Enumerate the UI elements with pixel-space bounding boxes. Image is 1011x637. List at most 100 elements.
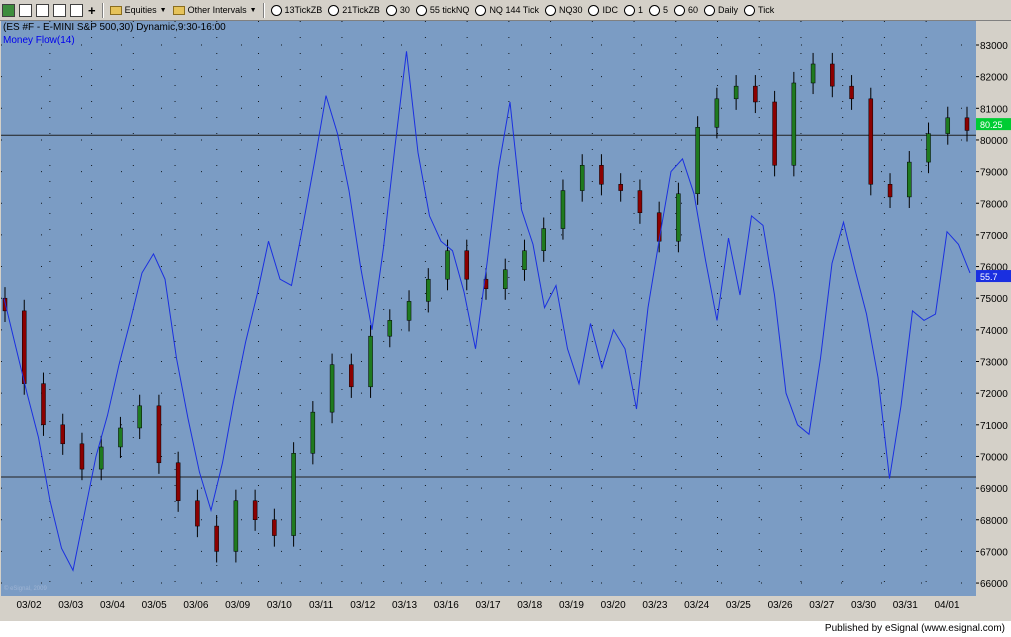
interval-icon (544, 4, 556, 16)
candle-body (118, 427, 123, 448)
interval-icon (415, 4, 427, 16)
interval-button-55ticknq[interactable]: 55 tickNQ (415, 4, 470, 16)
x-tick-label: 03/03 (58, 600, 83, 611)
interval-button-60[interactable]: 60 (674, 4, 699, 16)
interval-button-nq144tick[interactable]: NQ 144 Tick (475, 4, 539, 16)
date-axis[interactable]: 03/02 03/03 03/04 03/05 03/06 03/09 03/10 03/11… (1, 596, 976, 614)
x-tick-label: 03/19 (559, 600, 584, 611)
x-tick-label: 04/01 (934, 600, 959, 611)
candle-body (445, 250, 450, 280)
candle-body (926, 133, 931, 163)
x-tick-label: 03/26 (768, 600, 793, 611)
equities-dropdown[interactable]: Equities ▼ (109, 5, 167, 15)
equities-label: Equities (124, 5, 157, 15)
table-icon[interactable] (70, 3, 83, 17)
interval-label: Tick (758, 5, 775, 15)
x-tick-label: 03/17 (475, 600, 500, 611)
candle-body (656, 212, 662, 242)
x-tick-label: 03/31 (893, 600, 918, 611)
footer-bar: Published by eSignal (www.esignal.com) (0, 621, 1011, 637)
x-tick-label: 03/12 (350, 600, 375, 611)
indicator-title: Money Flow(14) (3, 35, 75, 46)
candle-body (907, 161, 912, 198)
y-tick-label: 82000 (980, 73, 1008, 84)
y-tick-label: 66000 (980, 579, 1008, 590)
candle-body (868, 98, 874, 185)
current-price-tag-text: 80.25 (980, 120, 1003, 130)
interval-button-daily[interactable]: Daily (704, 4, 738, 16)
x-tick-label: 03/27 (809, 600, 834, 611)
interval-label: 5 (663, 5, 669, 15)
add-icon[interactable]: + (88, 3, 96, 18)
dropdown-arrow-icon: ▼ (159, 6, 167, 14)
candle-body (156, 405, 162, 464)
layout-icon[interactable] (2, 3, 15, 17)
price-axis[interactable]: 83000 82000 81000 80000 79000 78000 77000 76000… (976, 21, 1011, 596)
candle-body (676, 193, 681, 242)
candle-body (195, 500, 200, 527)
candle-body (41, 383, 46, 426)
interval-label: 55 tickNQ (429, 5, 470, 15)
watermark: © eSignal, 2009 (4, 586, 47, 592)
candle-body (714, 98, 720, 128)
toolbar-separator (101, 2, 104, 18)
x-tick-label: 03/11 (309, 600, 334, 611)
candle-body (695, 127, 700, 195)
interval-label: 60 (688, 5, 699, 15)
candle-body (233, 500, 239, 552)
candle-body (252, 500, 258, 521)
interval-button-nq30[interactable]: NQ30 (544, 4, 583, 16)
candle-body (772, 101, 777, 166)
y-tick-label: 73000 (980, 358, 1008, 369)
candle-body (98, 446, 104, 470)
chart-plot-area[interactable]: (ES #F - E-MINI S&P 500,30) Dynamic,9:30… (1, 21, 976, 596)
candle-body (387, 320, 393, 337)
candle-body (79, 443, 85, 470)
interval-label: NQ30 (558, 5, 583, 15)
candle-body (637, 190, 643, 213)
x-tick-label: 03/04 (100, 600, 125, 611)
candle-body (753, 85, 758, 103)
y-tick-label: 72000 (980, 389, 1008, 400)
interval-icon (588, 4, 600, 16)
interval-button-5[interactable]: 5 (649, 4, 669, 16)
interval-icon (623, 4, 635, 16)
interval-button-13tickzb[interactable]: 13TickZB (270, 4, 322, 16)
quote-window-icon[interactable] (53, 3, 66, 17)
candle-body (502, 269, 508, 289)
interval-label: 1 (637, 5, 643, 15)
y-tick-label: 78000 (980, 199, 1008, 210)
interval-icon (674, 4, 686, 16)
candle-body (214, 525, 219, 552)
interval-button-tick[interactable]: Tick (744, 4, 775, 16)
x-tick-label: 03/23 (642, 600, 667, 611)
new-chart-icon[interactable] (19, 3, 32, 17)
interval-button-1[interactable]: 1 (623, 4, 643, 16)
toolbar-separator (262, 2, 265, 18)
interval-button-30[interactable]: 30 (385, 4, 410, 16)
chart-symbol-title: (ES #F - E-MINI S&P 500,30) Dynamic,9:30… (3, 22, 226, 33)
candle-body (964, 117, 970, 131)
interval-button-idc[interactable]: IDC (588, 4, 618, 16)
y-tick-label: 81000 (980, 104, 1008, 115)
y-tick-label: 77000 (980, 231, 1008, 242)
interval-icon (328, 4, 340, 16)
other-intervals-dropdown[interactable]: Other Intervals ▼ (172, 5, 257, 15)
chart-svg[interactable] (1, 21, 976, 596)
x-tick-label: 03/18 (517, 600, 542, 611)
candle-body (810, 63, 816, 84)
interval-label: NQ 144 Tick (489, 5, 539, 15)
copy-chart-icon[interactable] (36, 3, 49, 17)
price-axis-svg: 8300082000810008000079000780007700076000… (976, 41, 1011, 590)
indicator-value-tag-text: 55.7 (980, 272, 998, 282)
candle-body (945, 117, 951, 134)
y-tick-label: 79000 (980, 168, 1008, 179)
interval-label: 30 (399, 5, 410, 15)
candle-body (291, 453, 296, 536)
candle-body (541, 228, 546, 251)
interval-label: IDC (602, 5, 618, 15)
folder-icon (109, 5, 122, 15)
candle-body (849, 85, 854, 100)
interval-button-21tickzb[interactable]: 21TickZB (328, 4, 380, 16)
published-by-text: Published by eSignal (www.esignal.com) (824, 623, 1005, 634)
